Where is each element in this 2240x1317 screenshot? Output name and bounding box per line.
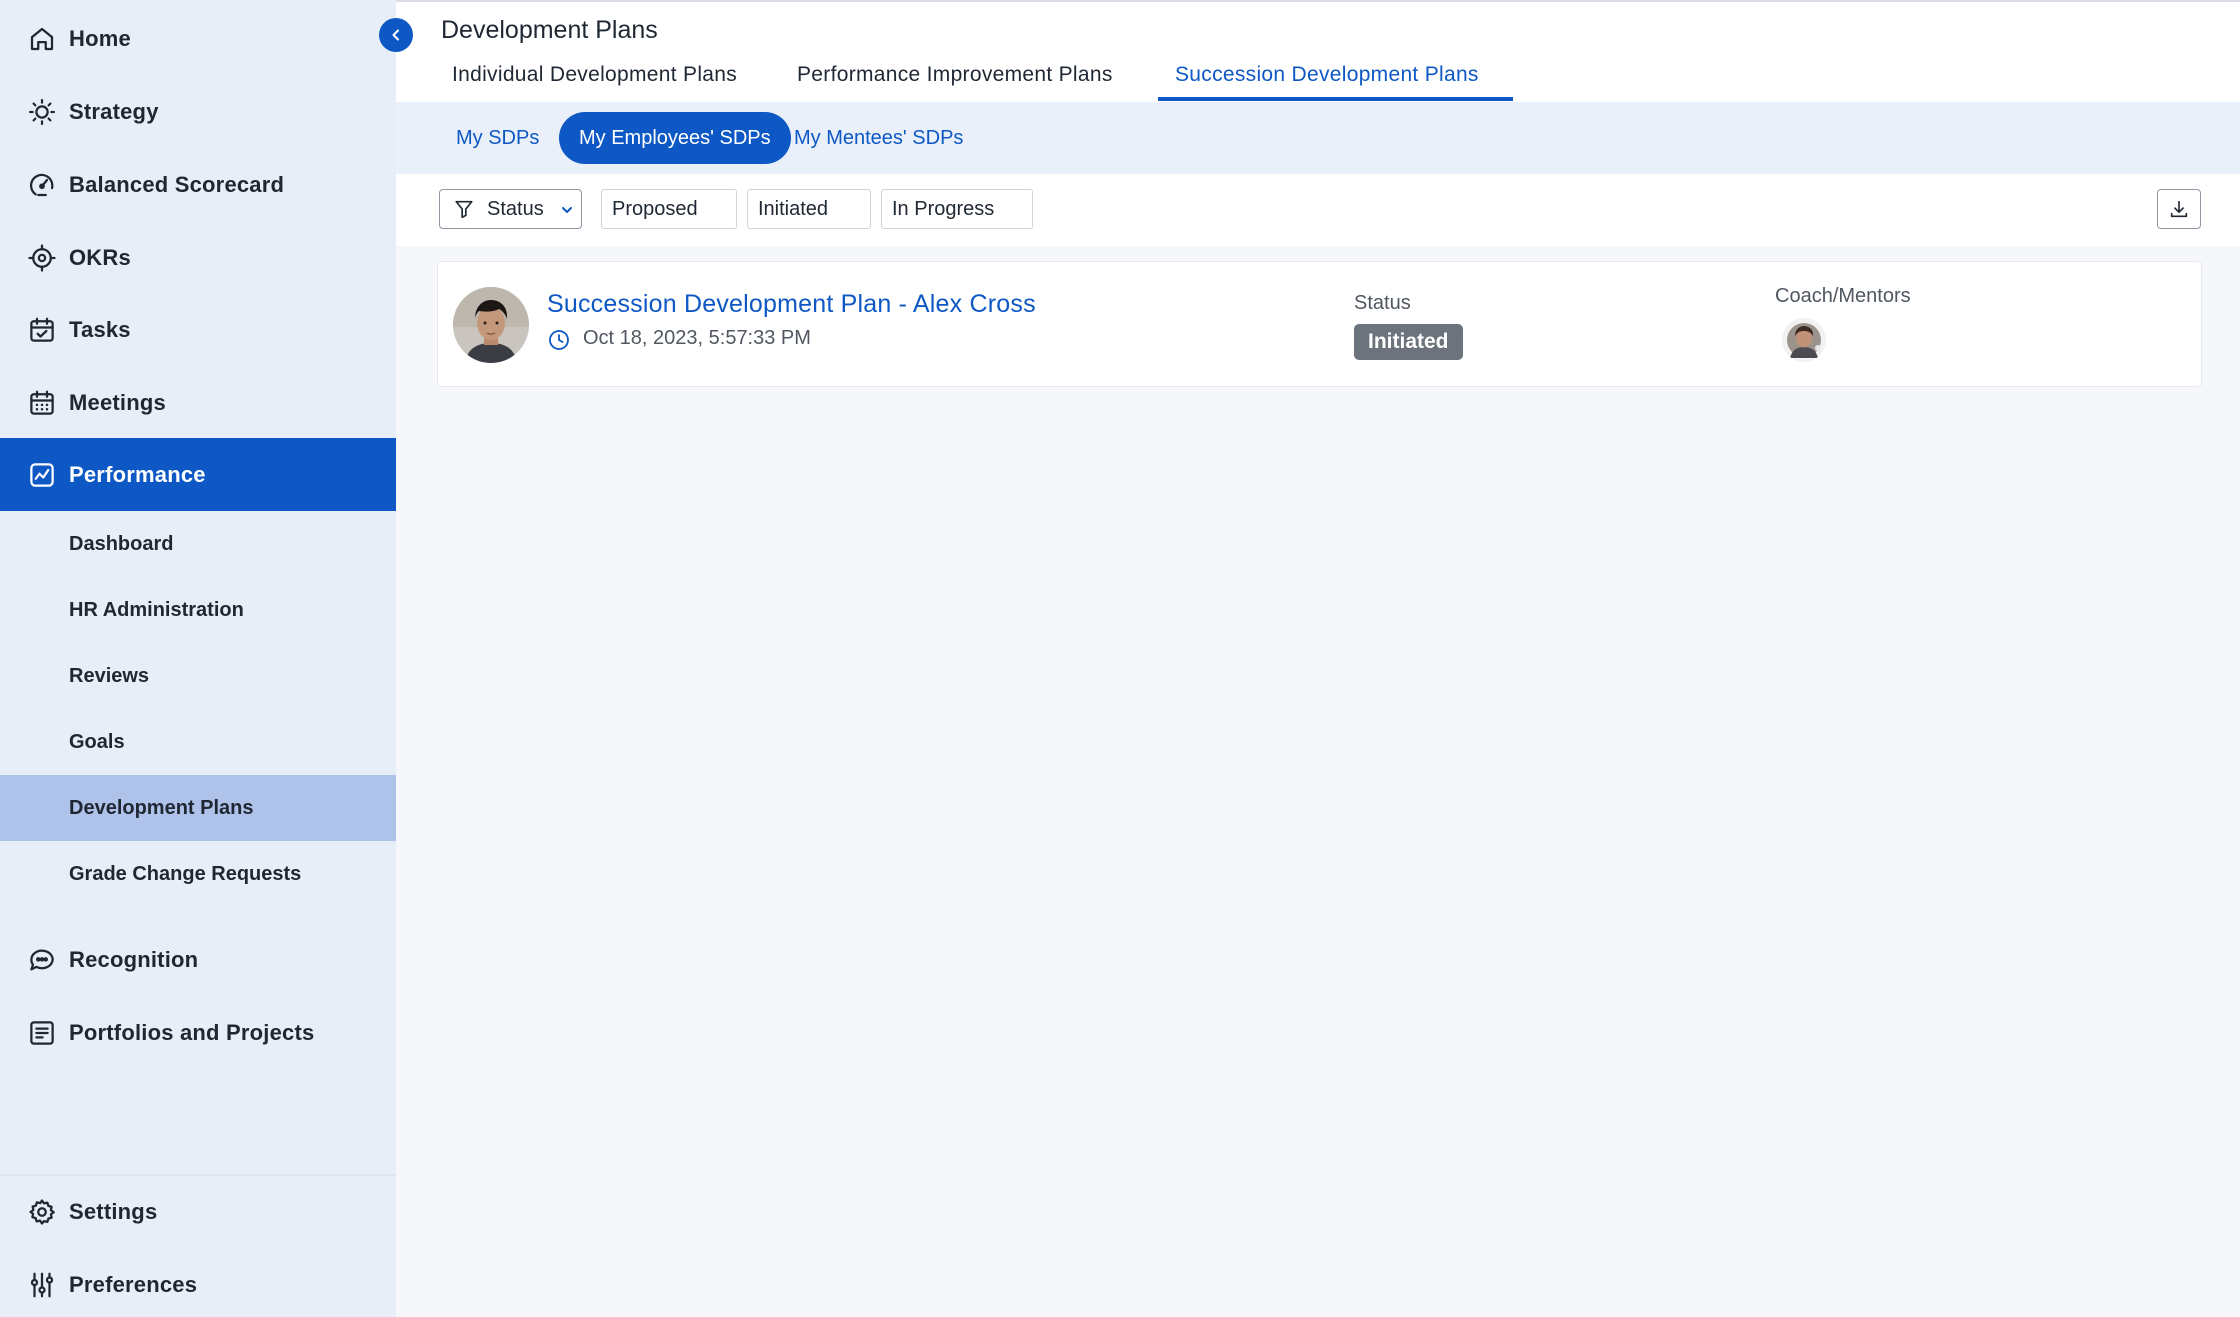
sidebar-item-label: Settings bbox=[69, 1198, 158, 1224]
employee-avatar bbox=[453, 287, 529, 363]
sidebar-item-settings[interactable]: Settings bbox=[0, 1175, 396, 1248]
mentor-avatar[interactable] bbox=[1782, 318, 1826, 362]
sidebar-item-label: Home bbox=[69, 25, 131, 51]
coach-mentors-label: Coach/Mentors bbox=[1775, 285, 1911, 307]
calendar-check-icon bbox=[27, 315, 57, 345]
chat-icon bbox=[27, 945, 57, 975]
gauge-icon bbox=[27, 170, 57, 200]
plan-timestamp: Oct 18, 2023, 5:57:33 PM bbox=[583, 327, 811, 349]
collapse-sidebar-button[interactable] bbox=[379, 18, 413, 52]
sidebar-subitem-label: Grade Change Requests bbox=[69, 862, 302, 885]
calendar-grid-icon bbox=[27, 388, 57, 418]
sidebar-item-label: Portfolios and Projects bbox=[69, 1019, 315, 1045]
main-content: Development Plans Individual Development… bbox=[396, 0, 2240, 1317]
sidebar: Home Strategy Balanced Scorecard OKRs Ta bbox=[0, 0, 396, 1317]
home-icon bbox=[27, 24, 57, 54]
sidebar-item-label: OKRs bbox=[69, 244, 131, 270]
filter-bar: Status Proposed Initiated In Progress bbox=[396, 174, 2240, 246]
clock-icon bbox=[549, 330, 569, 350]
plan-title-link[interactable]: Succession Development Plan - Alex Cross bbox=[547, 290, 1036, 319]
sidebar-subitem-goals[interactable]: Goals bbox=[0, 709, 396, 775]
sidebar-item-label: Strategy bbox=[69, 98, 159, 124]
sidebar-item-label: Meetings bbox=[69, 389, 166, 415]
status-label: Status bbox=[1354, 292, 1411, 314]
sidebar-item-label: Tasks bbox=[69, 316, 131, 342]
tab-succession-development-plans[interactable]: Succession Development Plans bbox=[1175, 63, 1479, 87]
sidebar-item-label: Recognition bbox=[69, 946, 199, 972]
filter-chip-in-progress[interactable]: In Progress bbox=[881, 189, 1033, 229]
page-header: Development Plans Individual Development… bbox=[396, 2, 2240, 102]
sidebar-subitem-dashboard[interactable]: Dashboard bbox=[0, 511, 396, 577]
filter-chip-proposed[interactable]: Proposed bbox=[601, 189, 737, 229]
page-title: Development Plans bbox=[441, 16, 658, 44]
sidebar-subitem-development-plans[interactable]: Development Plans bbox=[0, 775, 396, 841]
status-filter-dropdown[interactable]: Status bbox=[439, 189, 582, 229]
target-icon bbox=[27, 243, 57, 273]
sidebar-item-tasks[interactable]: Tasks bbox=[0, 293, 396, 366]
subtab-my-sdps[interactable]: My SDPs bbox=[436, 112, 559, 164]
sidebar-item-performance[interactable]: Performance bbox=[0, 438, 396, 511]
sliders-icon bbox=[27, 1270, 57, 1300]
sidebar-subitem-label: Reviews bbox=[69, 664, 150, 687]
sidebar-item-home[interactable]: Home bbox=[0, 2, 396, 75]
tab-performance-improvement-plans[interactable]: Performance Improvement Plans bbox=[797, 63, 1113, 87]
chart-line-icon bbox=[27, 460, 57, 490]
sidebar-subitem-label: Development Plans bbox=[69, 796, 254, 819]
sidebar-item-label: Preferences bbox=[69, 1271, 198, 1297]
sidebar-item-portfolios-and-projects[interactable]: Portfolios and Projects bbox=[0, 996, 396, 1069]
download-icon bbox=[2170, 200, 2188, 218]
plan-card[interactable]: Succession Development Plan - Alex Cross… bbox=[437, 261, 2202, 387]
download-button[interactable] bbox=[2157, 189, 2201, 229]
sidebar-item-strategy[interactable]: Strategy bbox=[0, 75, 396, 148]
sidebar-subitem-grade-change-requests[interactable]: Grade Change Requests bbox=[0, 841, 396, 907]
sidebar-subitem-label: Goals bbox=[69, 730, 125, 753]
status-badge: Initiated bbox=[1354, 324, 1463, 360]
sidebar-item-recognition[interactable]: Recognition bbox=[0, 923, 396, 996]
sidebar-item-balanced-scorecard[interactable]: Balanced Scorecard bbox=[0, 148, 396, 221]
subtab-my-mentees-sdps[interactable]: My Mentees' SDPs bbox=[774, 112, 983, 164]
sidebar-subitem-label: HR Administration bbox=[69, 598, 244, 621]
tab-individual-development-plans[interactable]: Individual Development Plans bbox=[452, 63, 737, 87]
document-list-icon bbox=[27, 1018, 57, 1048]
active-tab-indicator bbox=[1158, 97, 1513, 101]
subtab-my-employees-sdps[interactable]: My Employees' SDPs bbox=[559, 112, 791, 164]
status-filter-label: Status bbox=[487, 197, 544, 220]
app-root: Home Strategy Balanced Scorecard OKRs Ta bbox=[0, 0, 2240, 1317]
filter-icon bbox=[455, 200, 473, 219]
sidebar-item-okrs[interactable]: OKRs bbox=[0, 221, 396, 294]
filter-chip-initiated[interactable]: Initiated bbox=[747, 189, 871, 229]
subtabs-bar: My SDPs My Employees' SDPs My Mentees' S… bbox=[396, 102, 2240, 174]
chevron-left-icon bbox=[392, 29, 399, 41]
chevron-down-icon bbox=[562, 207, 572, 213]
gear-icon bbox=[27, 1197, 57, 1227]
sidebar-subitem-reviews[interactable]: Reviews bbox=[0, 643, 396, 709]
sidebar-item-meetings[interactable]: Meetings bbox=[0, 366, 396, 439]
sidebar-subitem-label: Dashboard bbox=[69, 532, 174, 555]
sidebar-subitem-hr-administration[interactable]: HR Administration bbox=[0, 577, 396, 643]
sidebar-item-label: Balanced Scorecard bbox=[69, 171, 285, 197]
sidebar-item-preferences[interactable]: Preferences bbox=[0, 1248, 396, 1317]
lightbulb-icon bbox=[27, 97, 57, 127]
sidebar-item-label: Performance bbox=[69, 461, 206, 487]
